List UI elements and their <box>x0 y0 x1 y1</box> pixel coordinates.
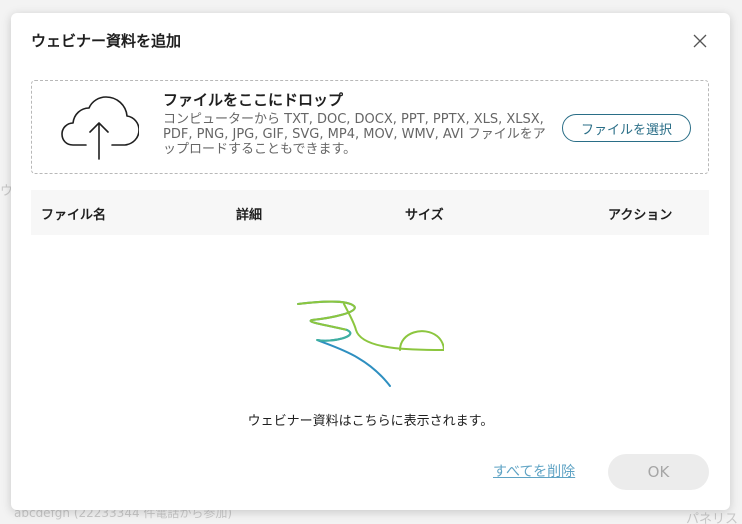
add-webinar-materials-dialog: ウェビナー資料を追加 ファイルをここにドロップ コンピューターから TXT, D… <box>11 13 730 510</box>
delete-all-link[interactable]: すべてを削除 <box>493 461 575 481</box>
ok-button[interactable]: OK <box>608 454 709 490</box>
column-header-size: サイズ <box>405 208 444 223</box>
select-file-button[interactable]: ファイルを選択 <box>562 114 691 142</box>
dialog-title: ウェビナー資料を追加 <box>31 32 182 50</box>
close-icon <box>693 34 707 48</box>
empty-state-message: ウェビナー資料はこちらに表示されます。 <box>247 414 494 429</box>
cloud-upload-icon <box>61 96 139 160</box>
background-text: パネリス <box>686 512 739 524</box>
drop-zone-title: ファイルをここにドロップ <box>163 91 344 109</box>
column-header-details: 詳細 <box>236 208 263 223</box>
drop-zone-description: コンピューターから TXT, DOC, DOCX, PPT, PPTX, XLS… <box>163 112 546 157</box>
close-button[interactable] <box>690 31 710 51</box>
file-table-header: ファイル名 詳細 サイズ アクション <box>31 190 709 235</box>
file-drop-zone[interactable]: ファイルをここにドロップ コンピューターから TXT, DOC, DOCX, P… <box>31 80 709 174</box>
empty-state-illustration <box>297 300 444 387</box>
column-header-file-name: ファイル名 <box>41 208 107 223</box>
column-header-actions: アクション <box>608 208 673 223</box>
